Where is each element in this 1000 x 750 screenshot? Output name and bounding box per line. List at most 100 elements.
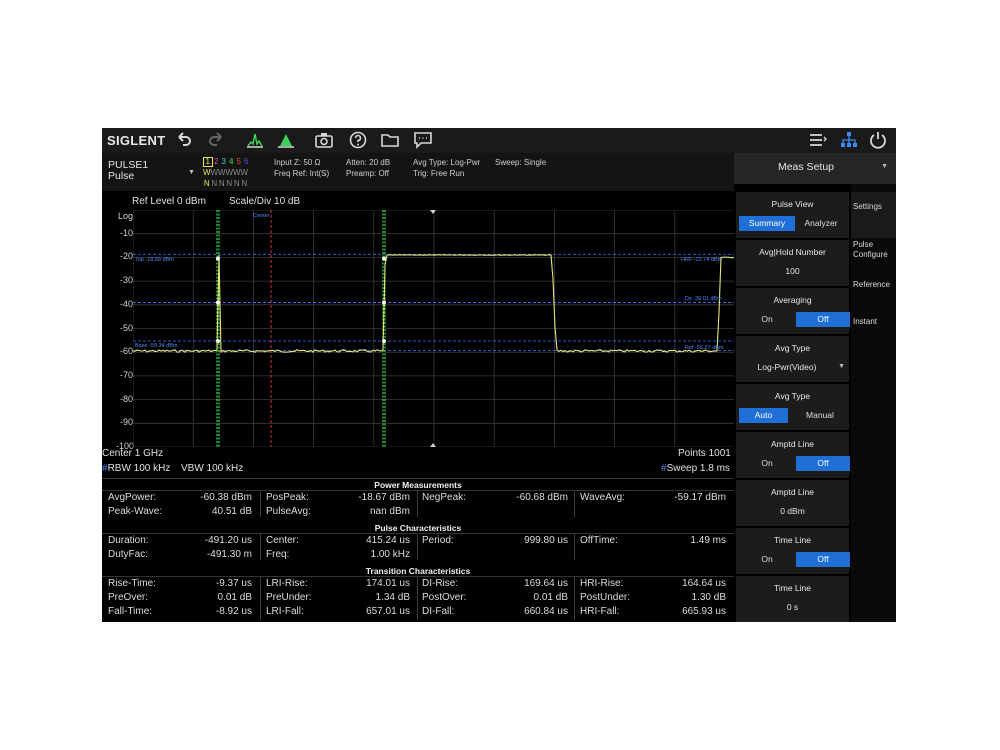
avg-hold-key[interactable]: Avg|Hold Number 100	[736, 240, 849, 286]
time-line-key[interactable]: Time Line On Off	[736, 528, 850, 574]
trace-number[interactable]: 3	[220, 156, 228, 167]
trigger-status: Trig: Free Run	[413, 169, 465, 178]
y-tick-label: -70	[119, 369, 133, 380]
sweep-time[interactable]: #Sweep 1.8 ms	[661, 463, 730, 474]
meas-value: 169.64 us	[524, 578, 568, 589]
tab-instant[interactable]: Instant	[851, 307, 896, 353]
meas-value: 164.64 us	[682, 578, 726, 589]
pulse-view-analyzer[interactable]: Analyzer	[796, 216, 846, 231]
trace-number[interactable]: 5	[235, 156, 243, 167]
mid-level-label: Dz -39.01 dBm	[685, 296, 722, 302]
averaging-off[interactable]: Off	[796, 312, 850, 327]
amptd-line-off[interactable]: Off	[796, 456, 850, 471]
trace-indicator[interactable]: 123456 WWWWWW NNNNNN	[203, 156, 250, 189]
transition-characteristics-title: Transition Characteristics	[365, 566, 471, 576]
points[interactable]: Points 1001	[678, 448, 731, 459]
chevron-down-icon[interactable]: ▼	[838, 363, 845, 370]
camera-icon[interactable]	[314, 130, 334, 150]
meas-value: 1.00 kHz	[370, 549, 410, 561]
menu-tabs: Settings Pulse Configure Reference Insta…	[851, 184, 896, 622]
meas-value: -491.30 m	[206, 549, 252, 561]
vbw-setting[interactable]: VBW 100 kHz	[181, 463, 243, 474]
avg-type-auto-key[interactable]: Avg Type Auto Manual	[736, 384, 849, 430]
softkey-panel: Pulse View Summary Analyzer Avg|Hold Num…	[734, 184, 851, 622]
measurement-selector[interactable]: PULSE1 Pulse	[108, 160, 148, 182]
spectrum-plot[interactable]: Ref Level 0 dBm Scale/Div 10 dB Log -10 -…	[102, 191, 735, 476]
plot-grid[interactable]: Center Top -18.68 dBm Base -59.34 dBm HR…	[133, 210, 735, 447]
pulse-view-key[interactable]: Pulse View Summary Analyzer	[736, 192, 849, 238]
ref-level[interactable]: Ref Level 0 dBm	[132, 196, 206, 207]
averaging-key[interactable]: Averaging On Off	[736, 288, 850, 334]
trace-number[interactable]: 6	[243, 156, 251, 167]
rbw-setting[interactable]: #RBW 100 kHz	[102, 463, 170, 474]
meas-label: DutyFac:	[108, 549, 149, 561]
table-divider	[260, 490, 261, 517]
chevron-down-icon[interactable]: ▼	[188, 169, 195, 176]
time-line-off[interactable]: Off	[796, 552, 850, 567]
meas-label: WaveAvg:	[580, 492, 626, 503]
meas-value: 1.34 dB	[375, 592, 410, 604]
table-divider	[417, 576, 418, 620]
help-icon[interactable]	[348, 130, 368, 150]
meas-value: -18.67 dBm	[358, 492, 410, 503]
scale-div[interactable]: Scale/Div 10 dB	[229, 196, 300, 207]
chevron-down-icon[interactable]: ▼	[881, 163, 888, 170]
averaging-on[interactable]: On	[739, 312, 795, 327]
avg-type-auto[interactable]: Auto	[739, 408, 788, 423]
amptd-line-key[interactable]: Amptd Line On Off	[736, 432, 850, 478]
trace-number[interactable]: 4	[228, 156, 236, 167]
menu-list-icon[interactable]	[808, 130, 828, 150]
table-divider	[574, 490, 575, 517]
meas-label: PulseAvg:	[266, 506, 311, 518]
siglent-logo: SIGLENT	[107, 133, 166, 148]
amptd-line-on[interactable]: On	[739, 456, 795, 471]
avg-type-video-key[interactable]: Avg Type Log-Pwr(Video) ▼	[736, 336, 849, 382]
center-freq[interactable]: Center 1 GHz	[102, 448, 163, 459]
undo-icon[interactable]	[174, 130, 194, 150]
edge-point	[216, 300, 220, 305]
meas-label: HRI-Fall:	[580, 606, 620, 618]
trace-mode: W	[225, 168, 234, 177]
meas-value: -60.68 dBm	[516, 492, 568, 503]
trace-mode: W	[203, 168, 211, 177]
trace-detector: N	[241, 179, 248, 188]
time-line-on[interactable]: On	[739, 552, 795, 567]
amptd-line-value-key[interactable]: Amptd Line 0 dBm	[736, 480, 849, 526]
ref-level-label: Ref -55.27 dBm	[685, 345, 724, 351]
marker-save-icon[interactable]	[276, 130, 296, 150]
meas-value: 415.24 us	[366, 535, 410, 546]
power-measurements-title: Power Measurements	[374, 480, 462, 490]
trace-number[interactable]: 1	[203, 157, 213, 167]
avg-type-manual[interactable]: Manual	[791, 408, 849, 423]
table-divider	[102, 490, 734, 491]
folder-icon[interactable]	[380, 130, 400, 150]
trace-detector: N	[203, 179, 210, 188]
meas-label: NegPeak:	[422, 492, 466, 503]
trace-number[interactable]: 2	[213, 156, 221, 167]
amptd-line-value: 0 dBm	[780, 506, 805, 516]
meas-value: -8.92 us	[215, 606, 252, 618]
redo-icon[interactable]	[206, 130, 226, 150]
meas-value: nan dBm	[369, 506, 410, 518]
preamp-status: Preamp: Off	[346, 169, 389, 178]
table-divider	[102, 533, 734, 534]
meas-label: PosPeak:	[266, 492, 309, 503]
pulse-view-summary[interactable]: Summary	[739, 216, 795, 231]
meas-value: 999.80 us	[524, 535, 568, 546]
measurement-mode: Pulse	[108, 170, 135, 182]
base-level-label: Base -59.34 dBm	[135, 343, 178, 349]
y-tick-label: -30	[119, 275, 133, 286]
pulse-characteristics-title: Pulse Characteristics	[374, 523, 462, 533]
meas-label: LRI-Fall:	[266, 606, 304, 618]
edge-point	[382, 300, 386, 305]
message-icon[interactable]	[413, 130, 433, 150]
meas-setup-header[interactable]: Meas Setup ▼	[734, 153, 896, 184]
marker-peak-icon[interactable]	[245, 130, 265, 150]
power-icon[interactable]	[868, 130, 888, 150]
meas-value: 0.01 dB	[217, 592, 252, 604]
bottom-trigger-marker	[430, 443, 436, 447]
network-icon[interactable]	[839, 130, 859, 150]
meas-value: 657.01 us	[366, 606, 410, 618]
time-line-value-key[interactable]: Time Line 0 s	[736, 576, 849, 622]
meas-value: 1.49 ms	[690, 535, 726, 546]
